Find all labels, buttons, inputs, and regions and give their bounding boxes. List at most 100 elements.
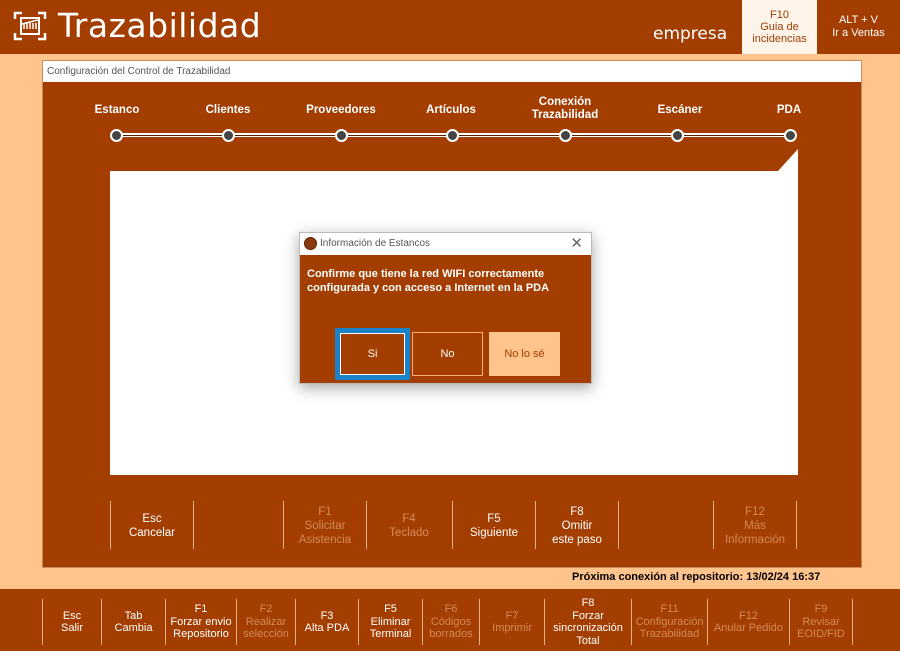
separator — [796, 501, 797, 549]
step-label: Clientes — [205, 104, 251, 116]
keyboard-button[interactable]: F4 Teclado — [367, 502, 451, 550]
request-assistance-button[interactable]: F1 Solicitar Asistencia — [284, 502, 366, 550]
no-button[interactable]: No — [412, 332, 483, 376]
step-conexion-trazabilidad[interactable]: Conexión Trazabilidad — [515, 96, 615, 122]
force-send-repository-button[interactable]: F1 Forzar envio Repositorio — [166, 597, 236, 647]
traceability-config-button[interactable]: F11 Configuración Trazabilidad — [632, 597, 707, 647]
button-label-2: sincronización — [553, 622, 623, 634]
button-key: F8 — [570, 506, 584, 518]
f10-label-2: incidencias — [752, 33, 807, 45]
button-key: F11 — [660, 603, 679, 616]
button-label: Imprimir — [492, 622, 532, 634]
button-key: F4 — [402, 513, 416, 525]
f10-label-1: Guia de — [760, 21, 799, 33]
go-to-sales-button[interactable]: ALT + V Ir a Ventas — [817, 0, 900, 54]
close-icon[interactable]: ✕ — [570, 234, 583, 252]
button-label: Configuración — [635, 615, 704, 628]
button-label-2: Trazabilidad — [639, 628, 700, 641]
button-key: F12 — [739, 609, 758, 622]
button-label: Omitir — [561, 520, 593, 532]
button-key: Esc — [142, 513, 162, 525]
button-label: Forzar — [572, 609, 604, 622]
next-connection-status: Próxima conexión al repositorio: 13/02/2… — [572, 571, 821, 583]
button-label: Salir — [60, 622, 83, 634]
button-key: Esc — [62, 609, 82, 622]
step-articulos[interactable]: Artículos — [411, 104, 491, 117]
review-eoid-fid-button[interactable]: F9 Revisar EOID/FID — [790, 597, 852, 647]
step-node[interactable] — [559, 129, 572, 142]
button-label-2: EOID/FID — [797, 628, 845, 641]
button-label-2: borrados — [429, 628, 473, 641]
app-title: Trazabilidad — [58, 6, 262, 45]
button-label: Códigos — [430, 615, 472, 628]
button-label: Siguiente — [470, 527, 518, 539]
add-pda-button[interactable]: F3 Alta PDA — [296, 597, 358, 647]
button-key: F9 — [814, 603, 828, 616]
button-key: F2 — [259, 603, 273, 616]
button-label-3: Total — [576, 634, 600, 647]
step-proveedores[interactable]: Proveedores — [291, 104, 391, 117]
button-label-2: Terminal — [369, 628, 412, 641]
step-node[interactable] — [671, 129, 684, 142]
f10-key: F10 — [770, 9, 789, 21]
step-node[interactable] — [335, 129, 348, 142]
button-label: Eliminar — [370, 615, 411, 628]
button-label: Alta PDA — [304, 622, 350, 634]
switch-button[interactable]: Tab Cambia — [102, 597, 165, 647]
cancel-order-button[interactable]: F12 Anular Pedido — [708, 597, 789, 647]
skip-step-button[interactable]: F8 Omitir este paso — [536, 502, 618, 550]
print-button[interactable]: F7 Imprimir — [480, 597, 544, 647]
step-estanco[interactable]: Estanco — [77, 104, 157, 117]
deleted-codes-button[interactable]: F6 Códigos borrados — [423, 597, 479, 647]
dialog-message: Confirme que tiene la red WIFI correctam… — [307, 268, 550, 294]
step-label-2: Trazabilidad — [531, 109, 599, 121]
step-label: Proveedores — [306, 104, 376, 116]
altv-label: Ir a Ventas — [832, 27, 885, 39]
step-pda[interactable]: PDA — [759, 104, 819, 117]
make-selection-button[interactable]: F2 Realizar selección — [237, 597, 295, 647]
separator — [618, 501, 619, 549]
button-label: Teclado — [389, 527, 429, 539]
step-clientes[interactable]: Clientes — [188, 104, 268, 117]
top-bar: Trazabilidad empresa F10 Guia de inciden… — [0, 0, 900, 54]
button-key: F7 — [505, 609, 519, 622]
step-label: PDA — [776, 104, 802, 116]
button-key: F12 — [745, 506, 765, 518]
button-key: F5 — [384, 603, 397, 616]
button-label-2: Información — [724, 534, 786, 546]
separator — [852, 599, 853, 645]
incidents-guide-button[interactable]: F10 Guia de incidencias — [742, 0, 817, 54]
button-label: Forzar envio — [170, 615, 232, 628]
step-node[interactable] — [446, 129, 459, 142]
exit-button[interactable]: Esc Salir — [43, 597, 101, 647]
button-label-2: Repositorio — [173, 628, 229, 641]
no-label: No — [440, 348, 455, 360]
button-label: Más — [744, 520, 766, 532]
button-key: F1 — [318, 506, 332, 518]
yes-button[interactable]: Si — [335, 328, 410, 380]
dont-know-button[interactable]: No lo sé — [489, 332, 560, 376]
next-button[interactable]: F5 Siguiente — [453, 502, 535, 550]
barcode-scan-icon — [13, 11, 47, 41]
footer-bar: Esc Salir Tab Cambia F1 Forzar envio Rep… — [0, 589, 900, 651]
company-name: empresa — [653, 24, 728, 44]
step-label: Estanco — [94, 104, 140, 116]
button-label-2: este paso — [552, 534, 602, 546]
window-title: Configuración del Control de Trazabilida… — [43, 61, 861, 82]
step-node[interactable] — [222, 129, 235, 142]
dialog-title: Información de Estancos — [320, 238, 431, 249]
step-node-current[interactable] — [784, 129, 797, 142]
step-escaner[interactable]: Escáner — [640, 104, 720, 117]
button-label: Revisar — [802, 615, 840, 628]
button-label: Realizar — [245, 615, 287, 628]
step-label: Artículos — [426, 104, 476, 116]
separator — [193, 501, 194, 549]
cancel-button[interactable]: Esc Cancelar — [111, 502, 193, 550]
button-key: Tab — [124, 609, 143, 622]
more-info-button[interactable]: F12 Más Información — [714, 502, 796, 550]
step-node[interactable] — [110, 129, 123, 142]
force-full-sync-button[interactable]: F8 Forzar sincronización Total — [545, 597, 631, 647]
delete-terminal-button[interactable]: F5 Eliminar Terminal — [359, 597, 422, 647]
button-key: F6 — [444, 603, 458, 616]
button-label: Cambia — [114, 622, 153, 634]
